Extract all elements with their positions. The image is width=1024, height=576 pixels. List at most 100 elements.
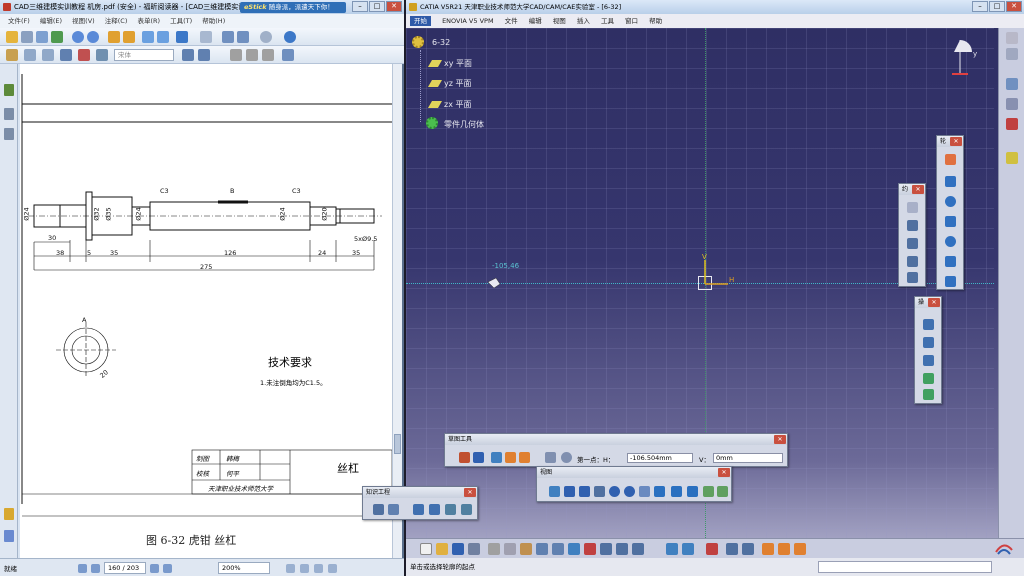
save-file-icon[interactable]	[452, 543, 464, 555]
menu-edit[interactable]: 编辑(E)	[40, 17, 62, 25]
chamfer-icon[interactable]	[923, 337, 934, 348]
v-value-field[interactable]: 0mm	[713, 453, 783, 463]
close-button[interactable]: ✕	[386, 1, 402, 12]
attach-icon[interactable]	[246, 49, 258, 61]
zoom-plus-icon[interactable]	[284, 31, 296, 43]
zoom-in-view-icon[interactable]	[609, 486, 620, 497]
line-icon[interactable]	[945, 256, 956, 267]
menu-tools[interactable]: 工具(T)	[170, 17, 192, 25]
hide-show-icon[interactable]	[703, 486, 714, 497]
geometric-constraints-icon[interactable]	[505, 452, 516, 463]
open-file-icon[interactable]	[436, 543, 448, 555]
stamp-icon[interactable]	[230, 49, 242, 61]
snapshot-icon[interactable]	[42, 49, 54, 61]
prev-page-icon[interactable]	[72, 31, 84, 43]
rotate-right-icon[interactable]	[157, 31, 169, 43]
catia-minimize-button[interactable]: –	[972, 1, 988, 12]
menu-form[interactable]: 表单(R)	[137, 17, 160, 25]
construction-icon[interactable]	[1006, 78, 1018, 90]
copy-icon[interactable]	[504, 543, 516, 555]
view-toolbar-close-icon[interactable]: ✕	[718, 468, 730, 477]
pdf-vertical-scrollbar[interactable]	[392, 64, 402, 558]
text-tool-icon[interactable]	[96, 49, 108, 61]
project-3d-icon[interactable]	[923, 389, 934, 400]
knowledge-toolbar-title[interactable]: 知识工程 ✕	[363, 487, 477, 498]
dimensional-constraints-icon[interactable]	[519, 452, 530, 463]
rotate-left-icon[interactable]	[142, 31, 154, 43]
fly-mode-icon[interactable]	[549, 486, 560, 497]
menu-start[interactable]: 开始	[410, 16, 431, 26]
sketch-tools-close-icon[interactable]: ✕	[774, 435, 786, 444]
comments-icon[interactable]	[4, 530, 14, 542]
email-icon[interactable]	[51, 31, 63, 43]
undo-icon[interactable]	[536, 543, 548, 555]
ellipse-icon[interactable]	[945, 236, 956, 247]
single-page-icon[interactable]	[222, 31, 234, 43]
fit-page-icon[interactable]	[200, 31, 212, 43]
swap-icon[interactable]	[682, 543, 694, 555]
scroll-thumb[interactable]	[394, 434, 401, 454]
tree-root[interactable]: 6-32	[432, 38, 450, 47]
material-icon[interactable]	[742, 543, 754, 555]
bookmark-icon[interactable]	[4, 84, 14, 96]
whats-this-icon[interactable]	[568, 543, 580, 555]
menu-catia-help[interactable]: 帮助	[649, 17, 662, 25]
update-icon[interactable]	[584, 543, 596, 555]
prev-page-small-icon[interactable]	[91, 564, 100, 573]
pages-icon[interactable]	[4, 108, 14, 120]
axis-icon[interactable]	[945, 276, 956, 287]
formula-icon[interactable]	[726, 543, 738, 555]
menu-comment[interactable]: 注释(C)	[105, 17, 128, 25]
formula-fx-icon[interactable]	[373, 504, 384, 515]
create-multi-view-icon[interactable]	[654, 486, 665, 497]
promo-banner[interactable]: eStick 随身派，派遣天下你！	[240, 2, 346, 13]
paste-icon[interactable]	[520, 543, 532, 555]
menu-catia-window[interactable]: 窗口	[625, 17, 638, 25]
zoom-in-icon[interactable]	[176, 31, 188, 43]
next-page-small-icon[interactable]	[150, 564, 159, 573]
menu-help[interactable]: 帮助(H)	[202, 17, 225, 25]
design-table-icon[interactable]	[413, 504, 424, 515]
back-icon[interactable]	[108, 31, 120, 43]
grid-icon[interactable]	[459, 452, 470, 463]
shape-tool-icon[interactable]	[282, 49, 294, 61]
mirror-icon[interactable]	[923, 373, 934, 384]
pad-icon[interactable]	[778, 543, 790, 555]
italic-icon[interactable]	[198, 49, 210, 61]
view-mode-2-icon[interactable]	[300, 564, 309, 573]
redo-icon[interactable]	[552, 543, 564, 555]
pocket-icon[interactable]	[794, 543, 806, 555]
layers-icon[interactable]	[4, 128, 14, 140]
continuous-icon[interactable]	[237, 31, 249, 43]
open-icon[interactable]	[6, 31, 18, 43]
menu-catia-tools[interactable]: 工具	[601, 17, 614, 25]
shading-icon[interactable]	[687, 486, 698, 497]
measure-icon[interactable]	[616, 543, 628, 555]
menu-catia-edit[interactable]: 编辑	[529, 17, 542, 25]
typewriter-icon[interactable]	[60, 49, 72, 61]
sketch-icon[interactable]	[762, 543, 774, 555]
catia-close-button[interactable]: ✕	[1006, 1, 1022, 12]
contact-constraint-icon[interactable]	[907, 220, 918, 231]
zoom-out-icon[interactable]	[260, 31, 272, 43]
profile-toolbar-close-icon[interactable]: ✕	[950, 137, 962, 146]
constraint-toolbar-close-icon[interactable]: ✕	[912, 185, 924, 194]
check-icon[interactable]	[461, 504, 472, 515]
animate-constraint-icon[interactable]	[907, 272, 918, 283]
save-icon[interactable]	[36, 31, 48, 43]
menu-catia-view[interactable]: 视图	[553, 17, 566, 25]
view-toolbar-title[interactable]: 视图 ✕	[537, 467, 731, 478]
zoom-level-box[interactable]: 200%	[218, 562, 270, 574]
view-mode-3-icon[interactable]	[314, 564, 323, 573]
iso-view-icon[interactable]	[671, 486, 682, 497]
knowledge-toolbar-close-icon[interactable]: ✕	[464, 488, 476, 497]
tree-zx-plane[interactable]: zx 平面	[444, 99, 471, 110]
rectangle-icon[interactable]	[945, 176, 956, 187]
spline-icon[interactable]	[945, 216, 956, 227]
zoom-out-view-icon[interactable]	[624, 486, 635, 497]
menu-view[interactable]: 视图(V)	[72, 17, 95, 25]
font-select[interactable]: 宋体	[114, 49, 174, 61]
tree-yz-plane[interactable]: yz 平面	[444, 78, 471, 89]
pan-icon[interactable]	[579, 486, 590, 497]
select-text-icon[interactable]	[24, 49, 36, 61]
